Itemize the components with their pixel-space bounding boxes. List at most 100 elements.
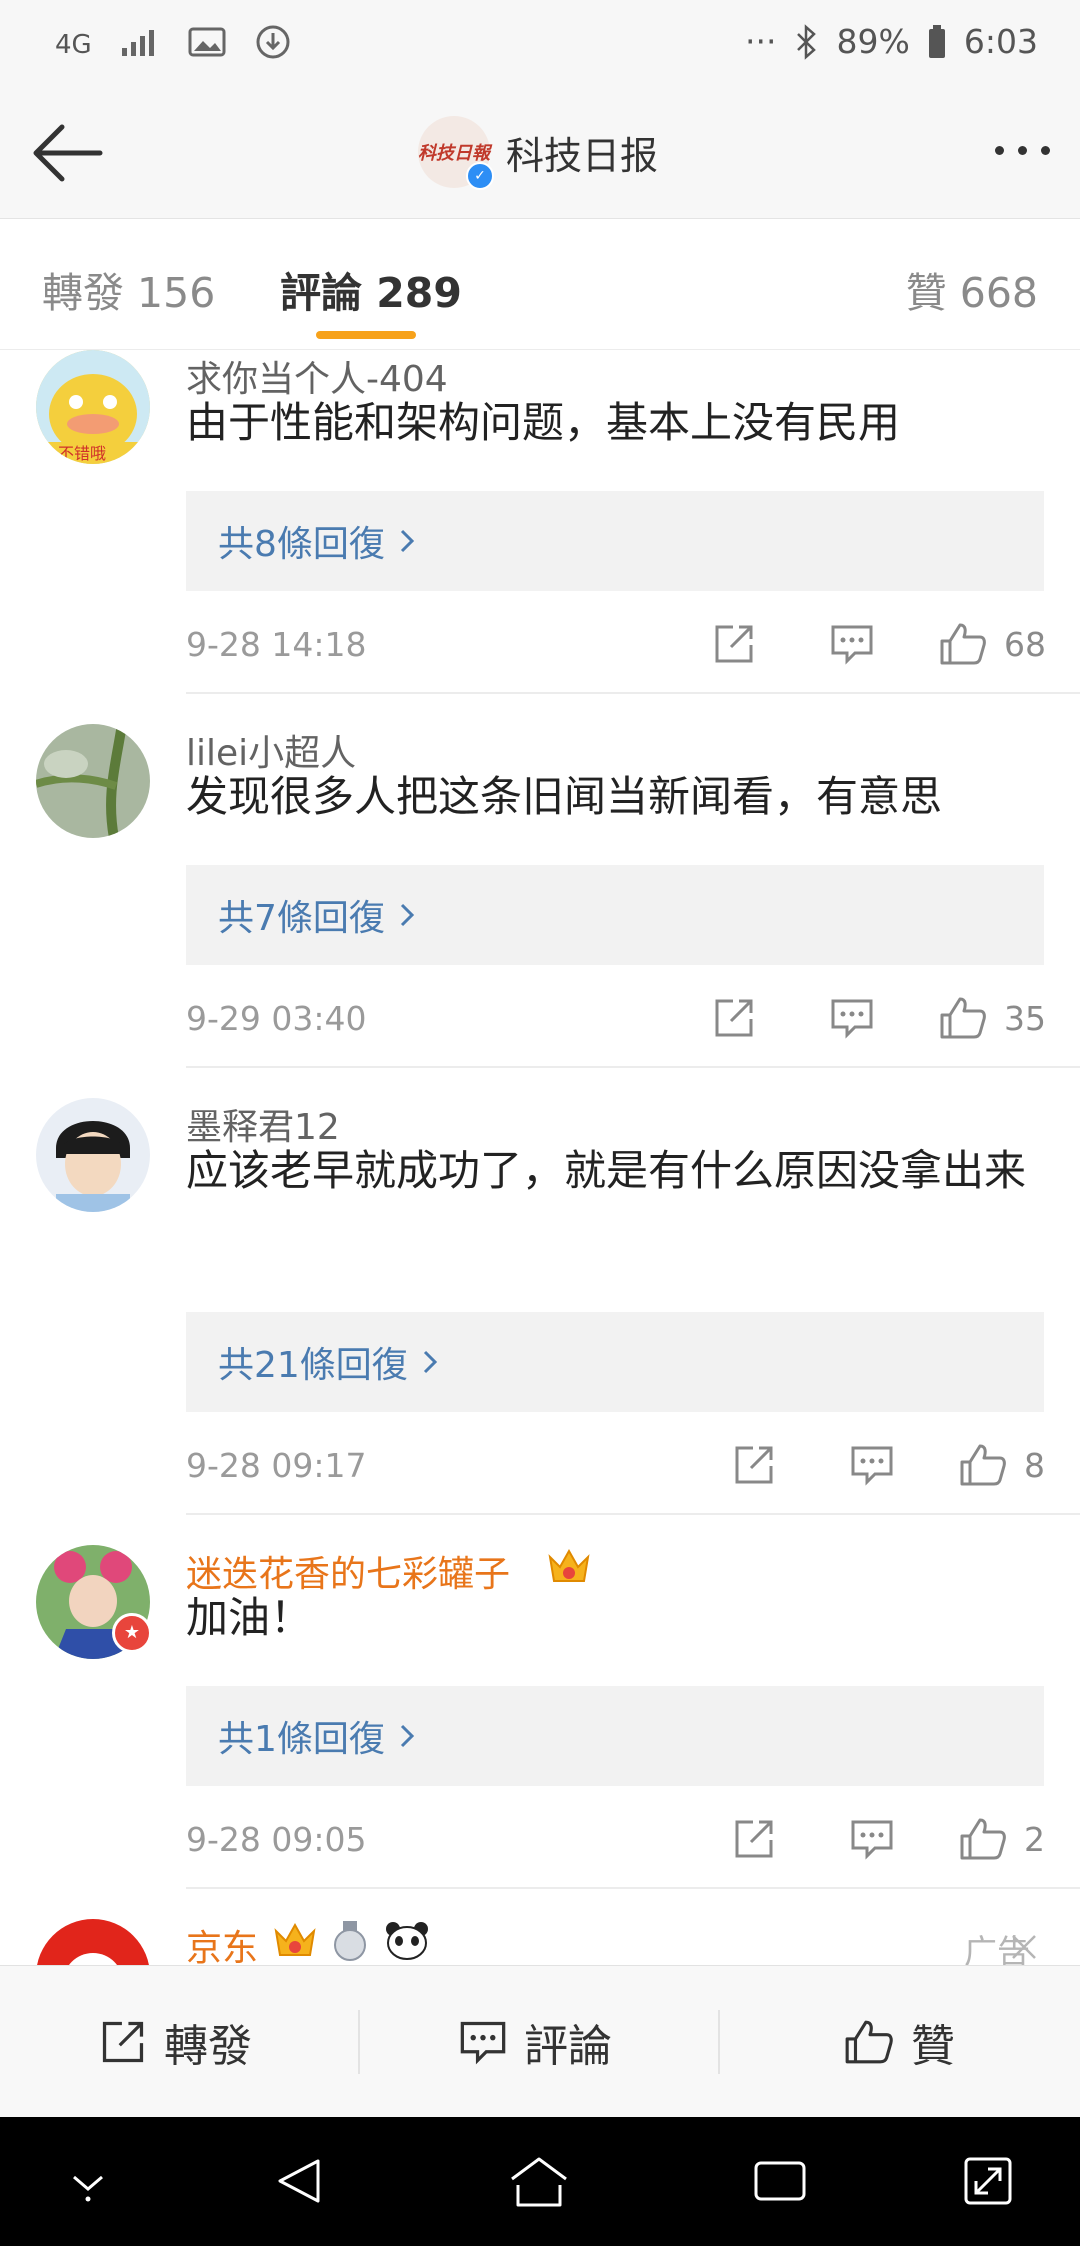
comment-button[interactable]: 評論 [458,1966,612,2118]
battery-icon [928,24,946,59]
tab-bar: 轉發 156 評論 289 贊 668 [0,219,1080,350]
share-icon [715,625,753,663]
comment-divider [186,1513,1080,1515]
comment-meta: 9-28 09:17 8 [186,1438,1045,1498]
comment-label: 評論 [524,2021,612,2072]
replies-count: 共1條回復 [218,1719,385,1760]
comment-username[interactable]: 京东 [186,1919,258,1965]
reply-comment-button[interactable] [829,621,875,671]
like-label: 贊 [911,2021,955,2072]
user-avatar[interactable] [36,724,150,838]
repost-comment-button[interactable] [731,1442,777,1492]
bluetooth-icon [795,23,819,60]
comment-icon [460,2021,506,2065]
like-comment-button[interactable] [958,1442,1008,1492]
comment-item: 墨释君12 应该老早就成功了，就是有什么原因没拿出来 共21條回復 9-28 0… [0,1098,1080,1545]
tab-comments[interactable]: 評論 289 [280,259,462,319]
chevron-down-icon [73,2175,103,2202]
account-title[interactable]: 科技日報 ✓ 科技日报 [418,116,659,190]
comment-text: 发现很多人把这条旧闻当新闻看，有意思 [186,772,943,821]
download-notification-icon [254,23,292,61]
like-count: 68 [1004,625,1046,664]
nav-back-button[interactable] [274,2155,326,2211]
nav-back-icon [278,2159,320,2203]
system-nav-bar [0,2117,1080,2246]
reply-comment-button[interactable] [849,1442,895,1492]
share-icon [102,2021,144,2063]
chevron-right-icon [400,903,415,927]
thumbs-up-icon [940,623,986,665]
replies-count: 共21條回復 [218,1345,408,1386]
hide-keyboard-button[interactable] [64,2167,112,2207]
panda-badge-icon [384,1919,430,1965]
like-comment-button[interactable] [938,621,988,671]
advertiser-avatar[interactable] [36,1919,150,1965]
repost-comment-button[interactable] [711,621,757,671]
nav-home-button[interactable] [508,2155,570,2213]
verified-badge-icon: ✓ [466,162,494,190]
account-avatar[interactable]: 科技日報 ✓ [418,116,494,190]
more-options-button[interactable] [995,146,1050,155]
repost-comment-button[interactable] [731,1816,777,1866]
rotate-icon [964,2157,1012,2205]
comment-meta: 9-28 14:18 68 [186,617,1046,677]
comment-list[interactable]: 不错哦 求你当个人-404 由于性能和架构问题，基本上没有民用 共8條回復 9-… [0,350,1080,1965]
comment-icon [851,1446,893,1486]
more-notifications-icon: ··· [745,22,777,61]
back-arrow-icon [33,124,103,182]
avatar-image [36,1919,150,1965]
thumbs-up-icon [845,2020,893,2064]
tab-likes[interactable]: 贊 668 [906,259,1038,319]
replies-button[interactable]: 共8條回復 [186,491,1044,591]
comment-time: 9-28 09:05 [186,1820,367,1859]
repost-comment-button[interactable] [711,995,757,1045]
repost-button[interactable]: 轉發 [98,1966,252,2118]
tab-reposts[interactable]: 轉發 156 [42,259,215,319]
nav-recents-icon [754,2161,806,2201]
comment-meta: 9-28 09:05 2 [186,1812,1045,1872]
comment-meta: 9-29 03:40 35 [186,991,1046,1051]
user-avatar[interactable]: 不错哦 [36,350,150,464]
thumbs-up-icon [960,1444,1006,1486]
share-icon [735,1446,773,1484]
reply-comment-button[interactable] [829,995,875,1045]
status-bar: 4G ··· 89% 6:03 [0,0,1080,90]
nav-rotate-button[interactable] [962,2155,1014,2211]
comment-icon [831,999,873,1039]
like-button[interactable]: 贊 [843,1966,955,2118]
bottom-action-bar: 轉發 評論 贊 [0,1965,1080,2118]
dot-icon [1041,146,1050,155]
dot-icon [995,146,1004,155]
comment-time: 9-29 03:40 [186,999,367,1038]
comment-divider [186,1066,1080,1068]
comment-divider [186,692,1080,694]
crown-badge-icon [272,1919,318,1965]
bar-separator [718,2010,720,2074]
nav-recents-button[interactable] [752,2155,808,2211]
network-4g-icon: 4G [55,22,92,61]
image-notification-icon [188,26,226,58]
clock: 6:03 [963,22,1038,61]
comment-text: 应该老早就成功了，就是有什么原因没拿出来 [186,1146,1027,1195]
app-header: 科技日報 ✓ 科技日报 [0,90,1080,219]
reply-comment-button[interactable] [849,1816,895,1866]
avatar-image [36,1098,150,1212]
replies-button[interactable]: 共21條回復 [186,1312,1044,1412]
replies-button[interactable]: 共7條回復 [186,865,1044,965]
vip-badge-icon: ★ [112,1613,152,1653]
back-button[interactable] [28,120,108,186]
like-comment-button[interactable] [958,1816,1008,1866]
page-title: 科技日报 [506,133,659,178]
close-ad-icon[interactable] [1010,1933,1038,1965]
comment-time: 9-28 09:17 [186,1446,367,1485]
like-count: 8 [1024,1446,1045,1485]
user-avatar[interactable]: ★ [36,1545,152,1659]
like-count: 2 [1024,1820,1045,1859]
share-icon [715,999,753,1037]
comment-item: lilei小超人 发现很多人把这条旧闻当新闻看，有意思 共7條回復 9-29 0… [0,724,1080,1098]
comment-text: 加油！ [186,1593,313,1642]
like-comment-button[interactable] [938,995,988,1045]
user-avatar[interactable] [36,1098,150,1212]
repost-label: 轉發 [164,2021,252,2072]
replies-button[interactable]: 共1條回復 [186,1686,1044,1786]
